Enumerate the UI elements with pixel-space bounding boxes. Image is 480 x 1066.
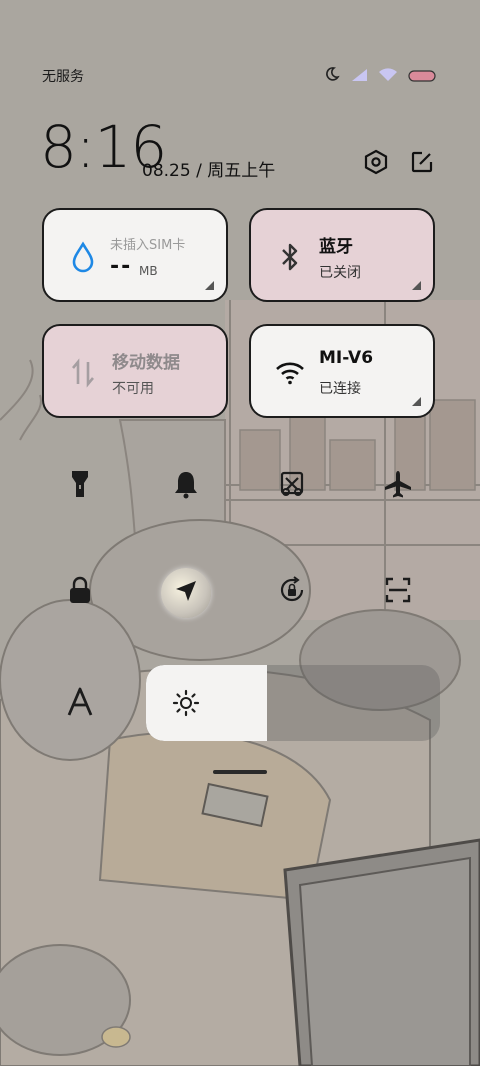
scan-icon [384, 576, 412, 608]
bluetooth-icon [273, 240, 307, 274]
screenshot-toggle[interactable] [272, 466, 312, 506]
silent-toggle[interactable] [166, 466, 206, 506]
tile-corner-indicator [412, 397, 421, 406]
status-icons [324, 66, 436, 86]
wifi-network-name: MI-V6 [319, 348, 374, 368]
carrier-label: 无服务 [42, 69, 84, 85]
clock-date: 08.25 / 周五上午 [142, 161, 276, 181]
signal-icon [350, 67, 368, 86]
bluetooth-title: 蓝牙 [319, 237, 353, 257]
location-toggle[interactable] [161, 568, 211, 618]
bell-icon [172, 469, 200, 503]
flashlight-toggle[interactable] [60, 466, 100, 506]
lock-toggle[interactable] [60, 572, 100, 612]
bluetooth-status: 已关闭 [319, 265, 361, 281]
data-usage-unit: MB [139, 264, 158, 278]
airplane-toggle[interactable] [378, 466, 418, 506]
bluetooth-tile[interactable]: 蓝牙 已关闭 [249, 208, 435, 302]
location-icon [174, 579, 198, 607]
font-a-icon [66, 687, 94, 721]
sun-icon [172, 689, 200, 721]
lock-icon [67, 575, 93, 609]
edit-icon [410, 150, 434, 178]
panel-drag-handle[interactable] [213, 770, 267, 774]
flashlight-icon [70, 469, 90, 503]
edit-button[interactable] [406, 148, 438, 180]
tile-corner-indicator [205, 281, 214, 290]
data-usage-value: -- [110, 254, 133, 279]
wifi-icon [378, 67, 398, 86]
wifi-icon [273, 356, 307, 390]
data-arrows-icon [66, 356, 100, 390]
wifi-status: 已连接 [319, 381, 361, 397]
moon-icon [324, 66, 340, 86]
droplet-icon [66, 240, 100, 274]
scan-toggle[interactable] [378, 572, 418, 612]
airplane-icon [383, 469, 413, 503]
reading-mode-toggle[interactable] [60, 684, 100, 724]
brightness-fill [146, 665, 267, 741]
mobile-data-status: 不可用 [112, 381, 154, 397]
sim-status-label: 未插入SIM卡 [110, 238, 186, 253]
rotation-lock-icon [277, 575, 307, 609]
settings-button[interactable] [360, 148, 392, 180]
wifi-tile[interactable]: MI-V6 已连接 [249, 324, 435, 418]
screenshot-icon [278, 470, 306, 502]
rotation-lock-toggle[interactable] [272, 572, 312, 612]
tile-corner-indicator [412, 281, 421, 290]
data-usage-tile[interactable]: 未插入SIM卡 -- MB [42, 208, 228, 302]
settings-icon [363, 149, 389, 179]
battery-icon [408, 67, 436, 86]
mobile-data-title: 移动数据 [112, 353, 180, 373]
mobile-data-tile[interactable]: 移动数据 不可用 [42, 324, 228, 418]
brightness-slider[interactable] [146, 665, 440, 741]
